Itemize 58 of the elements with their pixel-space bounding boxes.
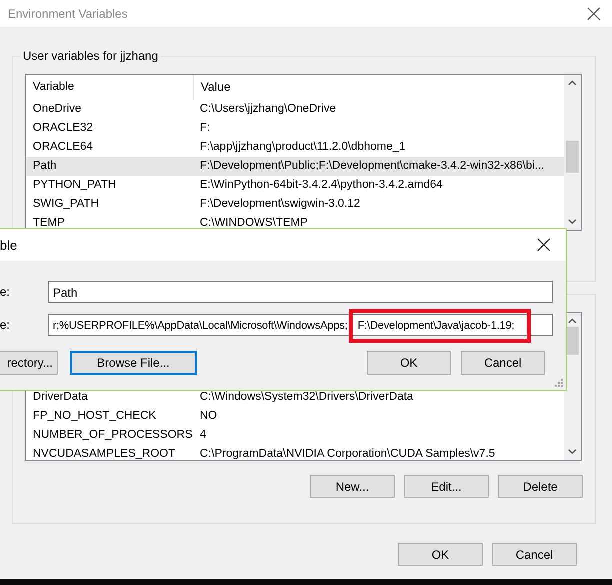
field-label: e: bbox=[0, 318, 12, 332]
dialog-button[interactable]: rectory... bbox=[0, 351, 58, 375]
dialog-button[interactable]: New... bbox=[310, 475, 395, 498]
list-row[interactable]: ORACLE32 F: bbox=[26, 119, 564, 138]
dialog-button[interactable]: Cancel bbox=[492, 543, 577, 566]
dialog-button[interactable]: Edit... bbox=[404, 475, 489, 498]
field-label: e: bbox=[0, 285, 12, 299]
close-icon[interactable] bbox=[537, 238, 551, 252]
list-row[interactable]: DriverData C:\Windows\System32\Drivers\DriverData bbox=[26, 388, 564, 407]
variable-value: C:\ProgramData\NVIDIA Corporation\CUDA Samples\v7.5 bbox=[199, 447, 496, 460]
variable-value: E:\WinPython-64bit-3.4.2.4\python-3.4.2.amd64 bbox=[199, 178, 443, 193]
list-row[interactable]: NUMBER_OF_PROCESSORS 4 bbox=[26, 426, 564, 445]
variable-name: SWIG_PATH bbox=[32, 197, 100, 212]
variable-name: DriverData bbox=[32, 390, 89, 405]
close-icon[interactable] bbox=[587, 6, 601, 20]
variable-name: NVCUDASAMPLES_ROOT bbox=[32, 447, 177, 460]
list-row[interactable]: OneDrive C:\Users\jjzhang\OneDrive bbox=[26, 100, 564, 119]
resize-grip-icon[interactable] bbox=[554, 378, 563, 387]
variable-value: F: bbox=[199, 121, 210, 136]
scrollbar-thumb[interactable] bbox=[566, 327, 579, 355]
variable-value: F:\Development\Public;F:\Development\cmake-3.4.2-win32-x86\bi... bbox=[199, 159, 545, 174]
variable-value: NO bbox=[199, 409, 218, 424]
scrollbar-thumb[interactable] bbox=[566, 141, 579, 173]
variable-name: ORACLE64 bbox=[32, 140, 94, 155]
list-row[interactable]: PYTHON_PATH E:\WinPython-64bit-3.4.2.4\python-3.4.2.amd64 bbox=[26, 176, 564, 195]
input-field[interactable]: r;%USERPROFILE%\AppData\Local\Microsoft\WindowsApps; F:\Development\Java\jacob-1.19; bbox=[48, 314, 553, 336]
list-row[interactable]: ORACLE64 F:\app\jjzhang\product\11.2.0\dbhome_1 bbox=[26, 138, 564, 157]
variable-name: NUMBER_OF_PROCESSORS bbox=[32, 428, 193, 443]
variable-value: C:\Windows\System32\Drivers\DriverData bbox=[199, 390, 414, 405]
dialog-button[interactable]: Browse File... bbox=[70, 351, 197, 375]
variable-value: C:\Users\jjzhang\OneDrive bbox=[199, 102, 336, 117]
dialog-button[interactable]: Cancel bbox=[461, 351, 545, 375]
list-row[interactable]: NVCUDASAMPLES_ROOT C:\ProgramData\NVIDIA Corporation\CUDA Samples\v7.5 bbox=[26, 445, 564, 460]
input-field[interactable]: Path bbox=[48, 281, 553, 303]
variable-value: C:\WINDOWS\TEMP bbox=[199, 216, 308, 230]
dialog-title: ble bbox=[0, 238, 18, 252]
variable-value: 4 bbox=[199, 428, 206, 443]
variable-name: PYTHON_PATH bbox=[32, 178, 118, 193]
variable-name: FP_NO_HOST_CHECK bbox=[32, 409, 158, 424]
list-row[interactable]: Path F:\Development\Public;F:\Development\cmake-3.4.2-win32-x86\bi... bbox=[26, 157, 564, 176]
variable-value: F:\Development\swigwin-3.0.12 bbox=[199, 197, 360, 212]
window-title: Environment Variables bbox=[8, 6, 129, 20]
scrollbar[interactable] bbox=[564, 313, 581, 460]
group-label: User variables for jjzhang bbox=[20, 49, 162, 63]
variable-value: F:\app\jjzhang\product\11.2.0\dbhome_1 bbox=[199, 140, 406, 155]
column-header[interactable]: Value bbox=[194, 75, 231, 100]
list-row[interactable]: FP_NO_HOST_CHECK NO bbox=[26, 407, 564, 426]
list-row[interactable]: TEMP C:\WINDOWS\TEMP bbox=[26, 214, 564, 230]
dialog-button[interactable]: OK bbox=[398, 543, 483, 566]
list-row[interactable]: SWIG_PATH F:\Development\swigwin-3.0.12 bbox=[26, 195, 564, 214]
variable-name: ORACLE32 bbox=[32, 121, 94, 136]
variable-name: TEMP bbox=[32, 216, 66, 230]
dialog-button[interactable]: OK bbox=[367, 351, 451, 375]
column-header[interactable]: Variable bbox=[26, 75, 194, 100]
variable-name: Path bbox=[32, 159, 58, 174]
scrollbar[interactable] bbox=[564, 75, 581, 230]
variable-name: OneDrive bbox=[32, 102, 83, 117]
dialog-button[interactable]: Delete bbox=[498, 475, 583, 498]
